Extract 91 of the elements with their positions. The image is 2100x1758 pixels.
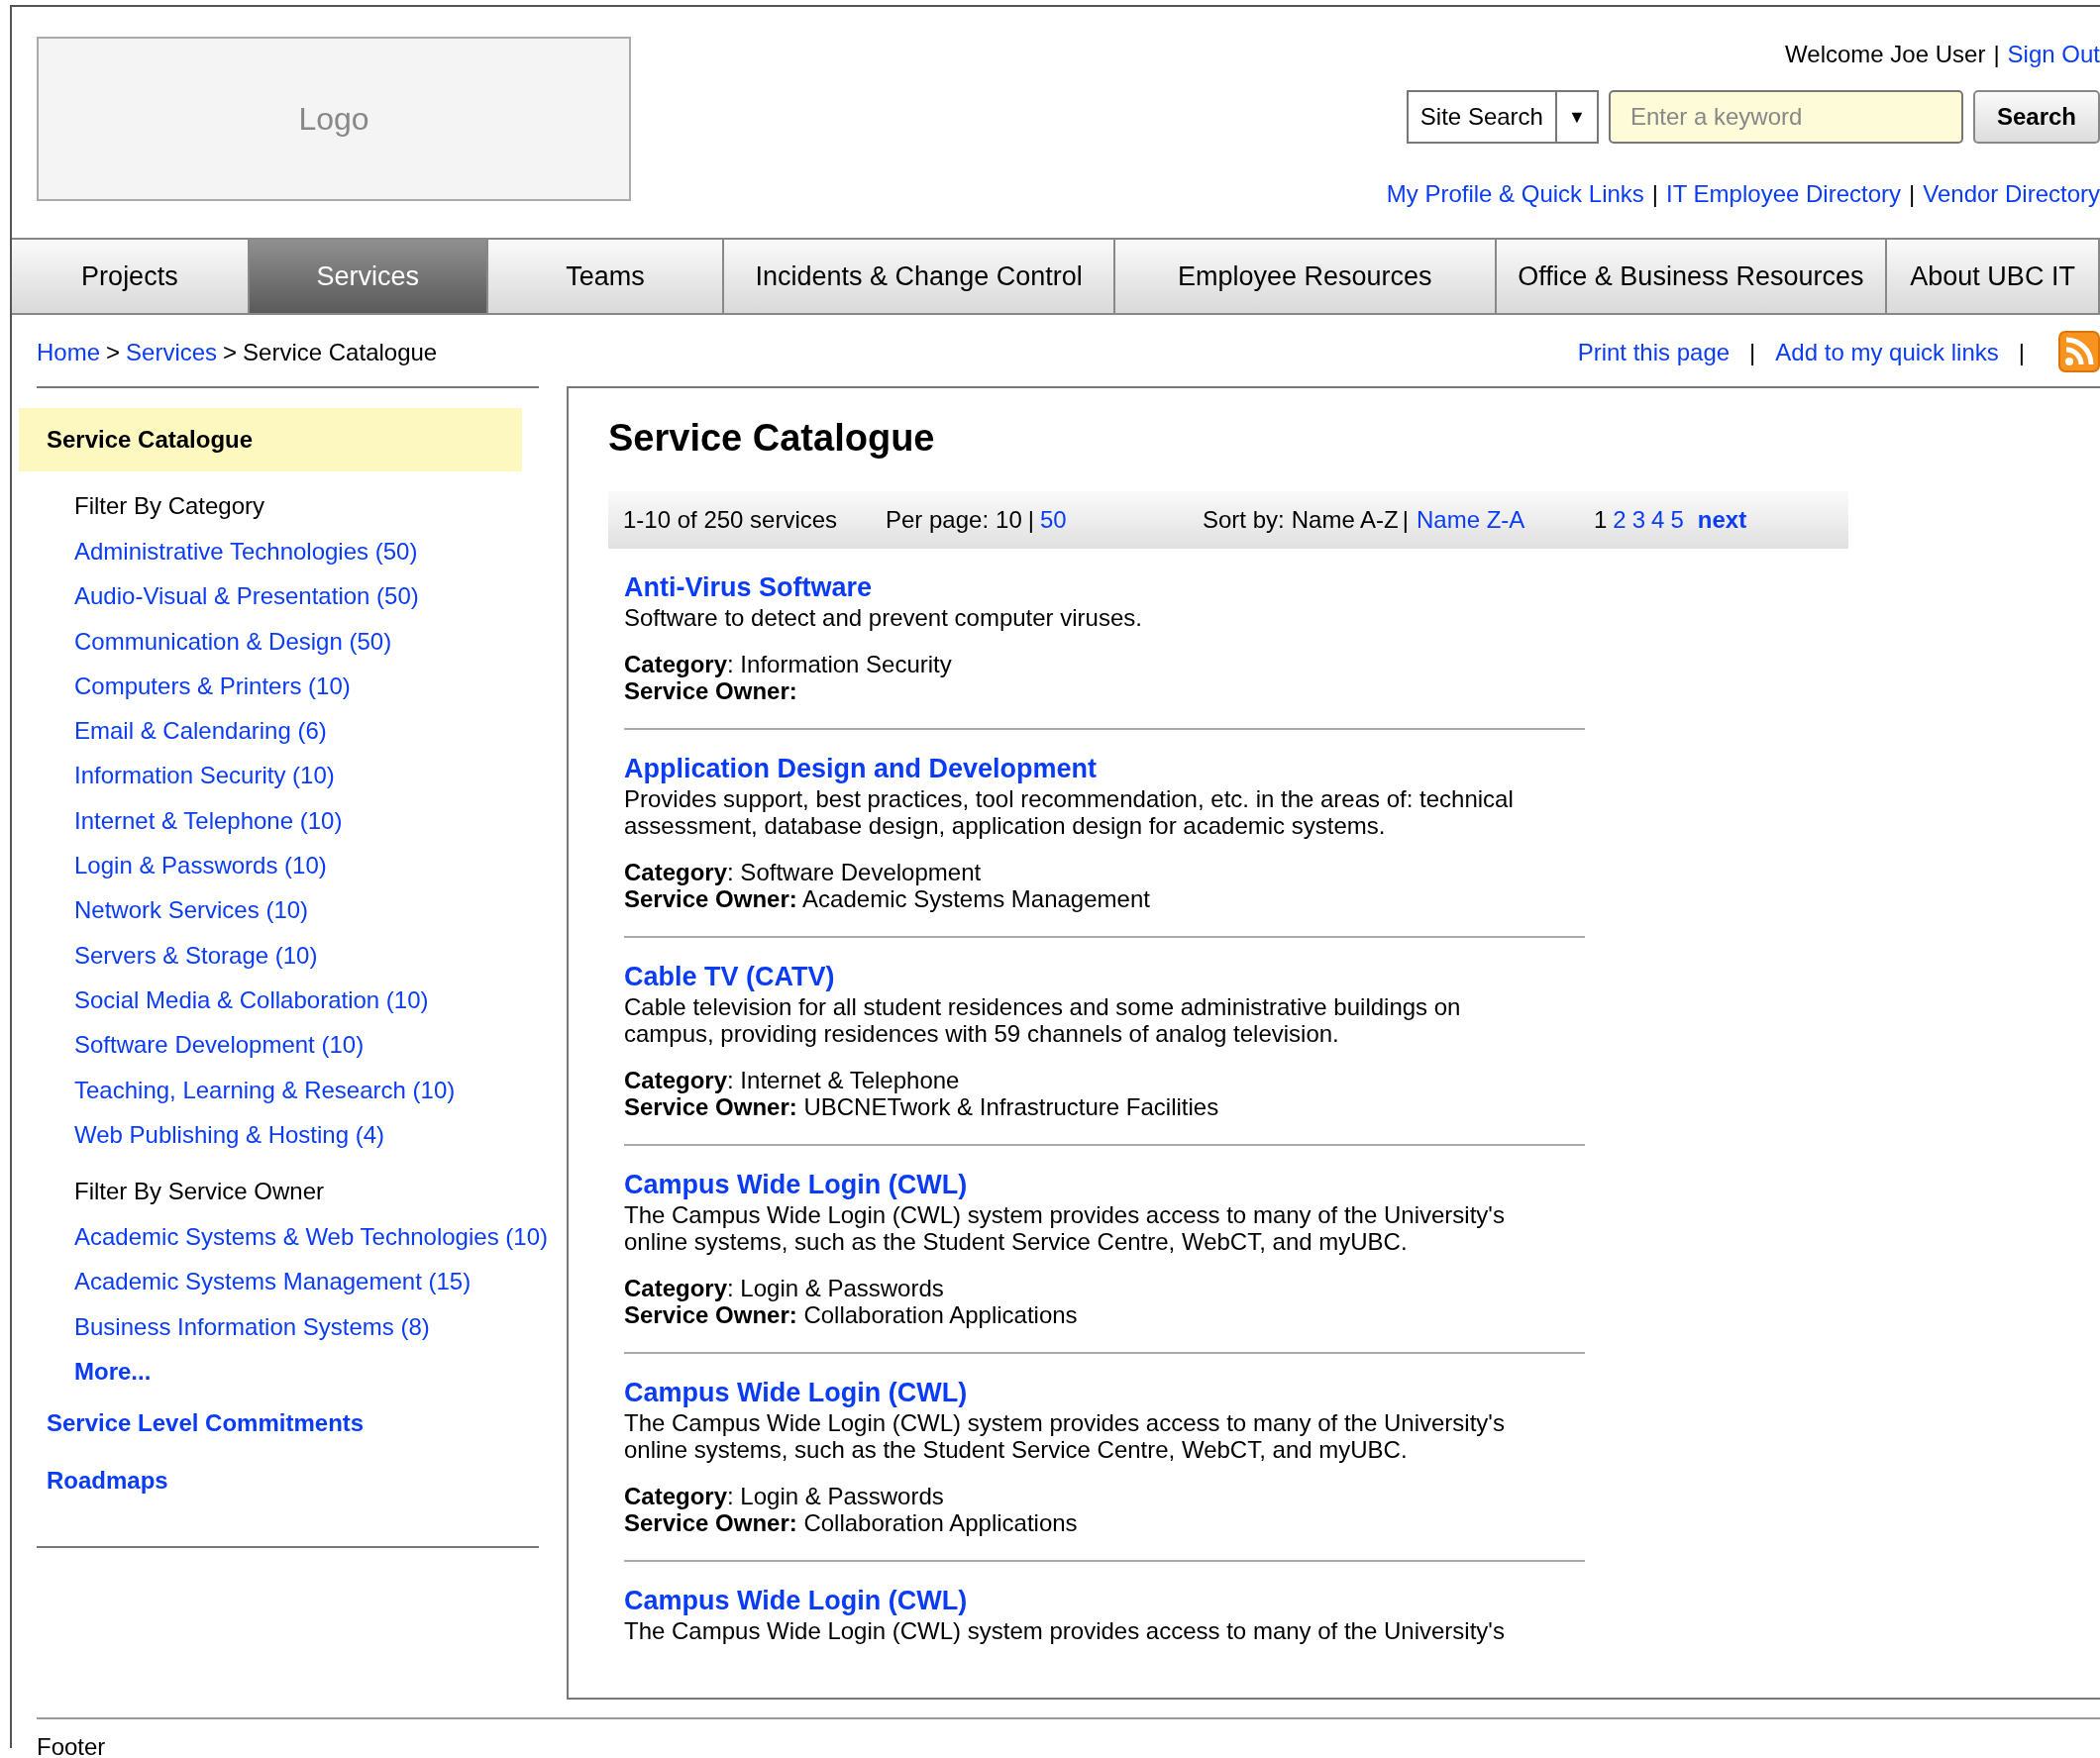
service-owner: Service Owner: UBCNETwork & Infrastructure Facilities — [624, 1092, 1220, 1120]
filter-link[interactable]: Social Media & Collaboration (10) — [74, 985, 429, 1013]
service-owner: Service Owner: — [624, 676, 798, 704]
filter-link[interactable]: Business Information Systems (8) — [74, 1312, 430, 1340]
filter-link[interactable]: Academic Systems & Web Technologies (10) — [74, 1223, 548, 1251]
filter-link[interactable]: Email & Calendaring (6) — [74, 717, 327, 745]
page-action-link[interactable]: Print this page — [1577, 335, 1731, 370]
filter-heading: Filter By Category — [73, 491, 266, 521]
option-link[interactable]: Name Z-A — [1416, 501, 1525, 538]
header-link[interactable]: IT Employee Directory — [1666, 180, 1901, 207]
service-title-link[interactable]: Campus Wide Login (CWL) — [624, 1375, 968, 1409]
filter-link[interactable]: Communication & Design (50) — [74, 627, 392, 655]
nav-tab[interactable]: Projects — [12, 240, 250, 313]
separator-text: | — [1026, 504, 1035, 535]
page-link-item[interactable]: 3 — [1631, 501, 1646, 538]
service-description: Cable television for all student residences and some administrative buildings on campus, providing residences with 59 channels of analog television. — [624, 992, 1462, 1047]
service-owner: Service Owner: Collaboration Applications — [624, 1300, 1079, 1328]
separator-text: > — [222, 339, 239, 365]
service-category: Category: Login & Passwords — [624, 1274, 945, 1301]
filter-link[interactable]: Teaching, Learning & Research (10) — [74, 1076, 456, 1103]
option-current: 10 — [996, 504, 1022, 535]
filter-link[interactable]: Network Services (10) — [74, 896, 309, 924]
service-title-link[interactable]: Application Design and Development — [624, 751, 1098, 785]
service-title-link[interactable]: Campus Wide Login (CWL) — [624, 1167, 968, 1201]
breadcrumb-link[interactable]: Services — [126, 339, 218, 365]
filter-link[interactable]: Software Development (10) — [74, 1031, 365, 1059]
breadcrumb-current: Service Catalogue — [243, 339, 438, 365]
sidebar-current-item[interactable]: Service Catalogue — [19, 408, 522, 471]
service-description: The Campus Wide Login (CWL) system provides access to many of the University's — [624, 1616, 1506, 1644]
separator-text: | — [2017, 338, 2026, 367]
rss-icon[interactable] — [2058, 331, 2100, 372]
service-title-link[interactable]: Campus Wide Login (CWL) — [624, 1583, 968, 1617]
separator-text: | — [1650, 180, 1660, 207]
service-category: Category: Internet & Telephone — [624, 1066, 961, 1093]
page-link-item[interactable]: 4 — [1651, 501, 1665, 538]
page-title: Service Catalogue — [608, 416, 936, 461]
page-current: 1 — [1594, 504, 1608, 535]
service-description: Software to detect and prevent computer viruses. — [624, 603, 1143, 631]
more-link[interactable]: More... — [74, 1358, 152, 1386]
nav-tab[interactable]: Office & Business Resources — [1496, 240, 1888, 313]
search-field[interactable]: Enter a keyword — [1608, 90, 1963, 144]
filter-link[interactable]: Audio-Visual & Presentation (50) — [74, 582, 419, 610]
service-owner: Service Owner: Collaboration Applications — [624, 1508, 1079, 1536]
service-description: The Campus Wide Login (CWL) system provides access to many of the University's online systems, such as the Student Service Centre, WebCT, and myUBC. — [624, 1408, 1506, 1463]
header-link[interactable]: My Profile & Quick Links — [1386, 180, 1644, 207]
separator-text: > — [105, 339, 122, 365]
sign-out-link[interactable]: Sign Out — [2007, 41, 2100, 67]
nav-tab[interactable]: Teams — [487, 240, 725, 313]
option-current: Name A-Z — [1291, 504, 1399, 535]
filter-link[interactable]: Internet & Telephone (10) — [74, 806, 343, 834]
filter-link[interactable]: Administrative Technologies (50) — [74, 538, 418, 565]
nav-tab[interactable]: About UBC IT — [1887, 240, 2100, 313]
filter-link[interactable]: Information Security (10) — [74, 762, 335, 789]
nav-tab[interactable]: Incidents & Change Control — [724, 240, 1115, 313]
filter-heading: Filter By Service Owner — [73, 1177, 326, 1207]
separator-text: | — [1748, 338, 1757, 367]
service-title-link[interactable]: Cable TV (CATV) — [624, 959, 835, 993]
option-link[interactable]: 50 — [1040, 501, 1067, 538]
service-category: Category: Software Development — [624, 858, 983, 885]
logo-text: Logo — [298, 100, 369, 139]
separator-text: | — [1908, 180, 1917, 207]
separator-text: | — [1992, 41, 2001, 67]
service-category: Category: Information Security — [624, 650, 953, 677]
filter-link[interactable]: Academic Systems Management (15) — [74, 1268, 472, 1295]
service-description: The Campus Wide Login (CWL) system provides access to many of the University's online systems, such as the Student Service Centre, WebCT, and myUBC. — [624, 1200, 1506, 1255]
service-title-link[interactable]: Anti-Virus Software — [624, 569, 873, 604]
per-page-label: Per page: — [886, 504, 990, 535]
results-count: 1-10 of 250 services — [623, 505, 838, 533]
next-link[interactable]: next — [1697, 501, 1747, 538]
filter-link[interactable]: Web Publishing & Hosting (4) — [74, 1120, 385, 1148]
service-owner: Service Owner: Academic Systems Management — [624, 884, 1151, 912]
breadcrumb-link[interactable]: Home — [37, 339, 101, 365]
sidebar-link[interactable]: Service Level Commitments — [47, 1409, 365, 1437]
search-button[interactable]: Search — [1972, 90, 2100, 144]
separator-text: | — [1401, 504, 1410, 535]
nav-tab[interactable]: Employee Resources — [1114, 240, 1497, 313]
service-description: Provides support, best practices, tool recommendation, etc. in the areas of: technical assessment, database design, application design for academic systems. — [624, 784, 1515, 839]
sort-label: Sort by: — [1203, 504, 1285, 535]
footer-text: Footer — [37, 1733, 106, 1758]
service-category: Category: Login & Passwords — [624, 1482, 945, 1509]
page-link-item[interactable]: 2 — [1613, 501, 1627, 538]
sidebar-link[interactable]: Roadmaps — [47, 1467, 168, 1495]
welcome-text: Welcome Joe User — [1785, 41, 1986, 67]
header-link[interactable]: Vendor Directory — [1923, 180, 2100, 207]
filter-link[interactable]: Login & Passwords (10) — [74, 852, 327, 879]
nav-tab[interactable]: Services — [249, 240, 488, 313]
search-scope-dropdown[interactable]: Site Search ▼ — [1406, 90, 1599, 144]
page-action-link[interactable]: Add to my quick links — [1775, 335, 1999, 370]
page-link-item[interactable]: 5 — [1670, 501, 1684, 538]
filter-link[interactable]: Servers & Storage (10) — [74, 941, 318, 969]
filter-link[interactable]: Computers & Printers (10) — [74, 672, 351, 699]
